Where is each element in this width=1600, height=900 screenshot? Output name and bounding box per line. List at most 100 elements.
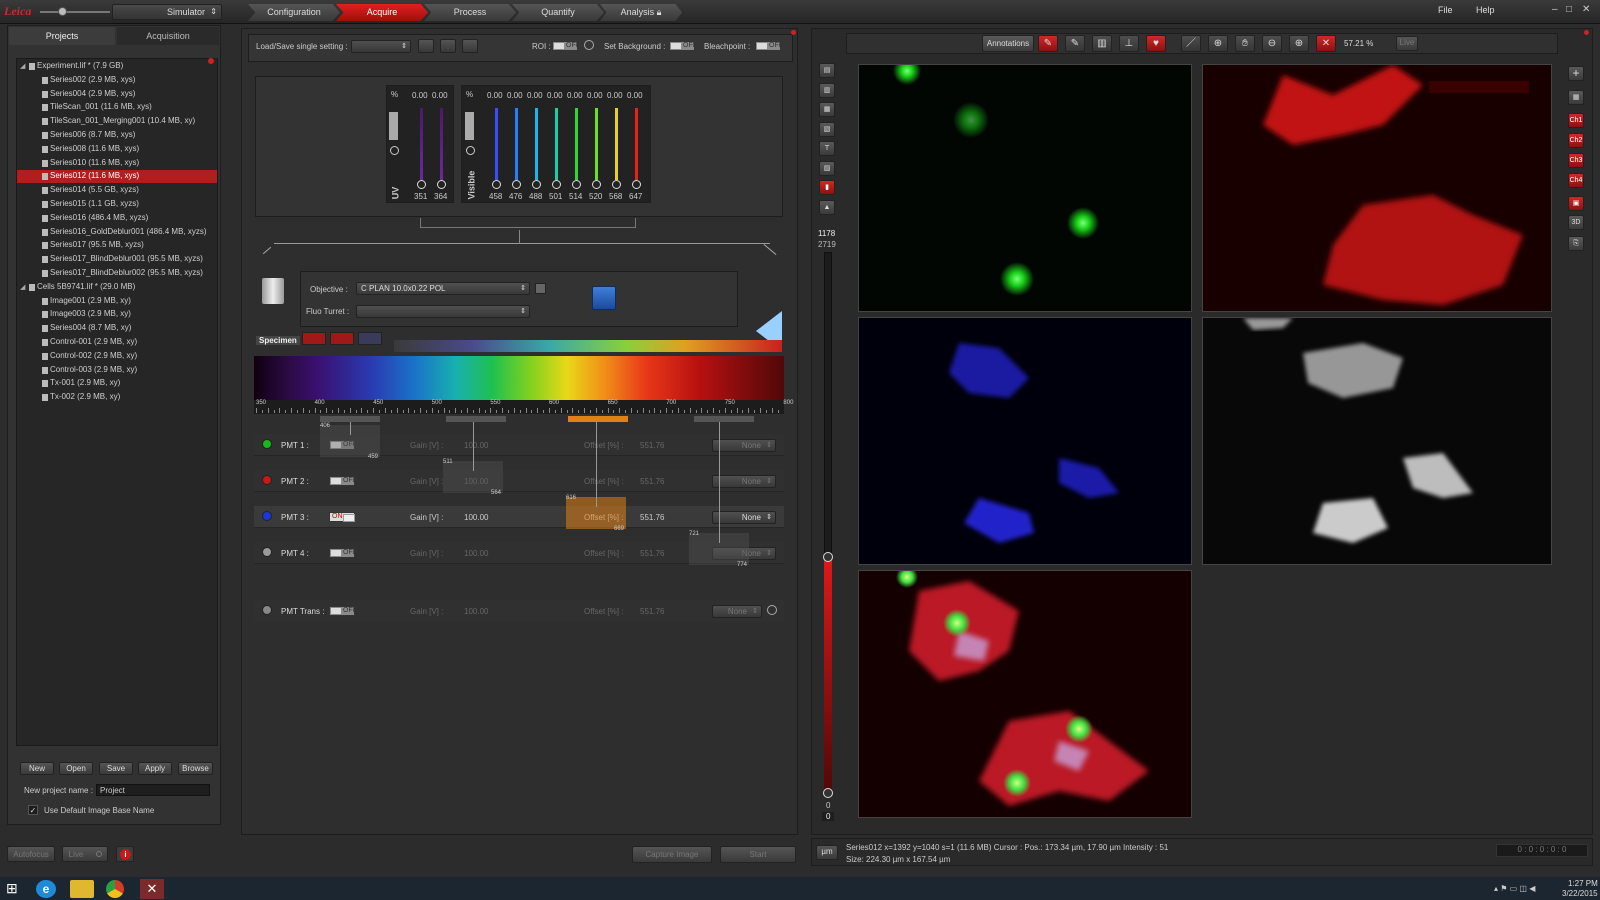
- visible-laser-slider[interactable]: [575, 108, 578, 180]
- measure-icon[interactable]: ⊥: [1119, 35, 1139, 52]
- save-setting-icon[interactable]: [418, 39, 434, 53]
- visible-laser-slider[interactable]: [635, 108, 638, 180]
- pmt-trans-gain-value[interactable]: 100.00: [464, 607, 488, 616]
- tree-item[interactable]: Image001 (2.9 MB, xy): [17, 295, 217, 308]
- start-button[interactable]: Start: [720, 846, 796, 863]
- zoom-in-icon[interactable]: ⊕: [1289, 35, 1309, 52]
- maximize-icon[interactable]: □: [1566, 4, 1572, 15]
- ch4-button[interactable]: Ch4: [1568, 173, 1584, 188]
- chrome-icon[interactable]: [106, 880, 124, 898]
- stack-view-icon[interactable]: ▦: [819, 102, 835, 117]
- save-button[interactable]: Save: [99, 762, 133, 775]
- pmt-color-icon[interactable]: [262, 439, 272, 449]
- visible-laser-handle[interactable]: [612, 180, 621, 189]
- expand-arrow-icon[interactable]: ◢: [20, 283, 25, 291]
- line-tool-icon[interactable]: ／: [1181, 35, 1201, 52]
- 3d-button[interactable]: 3D: [1568, 215, 1584, 230]
- visible-laser-handle[interactable]: [592, 180, 601, 189]
- simulator-select[interactable]: Simulator: [112, 4, 222, 20]
- tab-acquire[interactable]: Acquire: [336, 4, 428, 21]
- detector-band-4[interactable]: [694, 416, 754, 422]
- load-save-select[interactable]: [351, 40, 411, 53]
- tree-item[interactable]: Series004 (8.7 MB, xy): [17, 322, 217, 335]
- top-slider-track[interactable]: [40, 11, 110, 13]
- pmt-toggle[interactable]: OFF: [329, 548, 357, 558]
- visible-laser-handle[interactable]: [492, 180, 501, 189]
- pmt-gain-value[interactable]: 100.00: [464, 549, 488, 558]
- image-channel-green[interactable]: [858, 64, 1192, 312]
- layout-icon[interactable]: ▦: [1568, 90, 1584, 105]
- browse-button[interactable]: Browse: [178, 762, 213, 775]
- lamp-icon[interactable]: [592, 286, 616, 310]
- pmt-lut-select[interactable]: None: [712, 475, 776, 488]
- tree-item[interactable]: Series012 (11.6 MB, xys): [17, 170, 217, 184]
- uv-laser-slider[interactable]: [420, 108, 423, 180]
- tree-item[interactable]: TileScan_001_Merging001 (10.4 MB, xy): [17, 115, 217, 128]
- ortho-view-icon[interactable]: ▧: [819, 121, 835, 137]
- channel-view-icon[interactable]: ▤: [819, 63, 835, 78]
- visible-shutter-toggle[interactable]: [465, 112, 474, 140]
- tab-acquisition[interactable]: Acquisition: [117, 27, 219, 45]
- gallery-view-icon[interactable]: ▥: [819, 82, 835, 98]
- close-icon[interactable]: ✕: [1582, 4, 1590, 15]
- tree-item[interactable]: TileScan_001 (11.6 MB, xys): [17, 101, 217, 114]
- pmt-offset-value[interactable]: 551.76: [640, 441, 664, 450]
- pmt-trans-icon[interactable]: [262, 605, 272, 615]
- scale-max-handle[interactable]: [823, 552, 833, 562]
- image-channel-blue[interactable]: [858, 317, 1192, 565]
- pmt-offset-value[interactable]: 551.76: [640, 549, 664, 558]
- internet-explorer-icon[interactable]: e: [36, 880, 56, 898]
- visible-laser-handle[interactable]: [512, 180, 521, 189]
- delete-setting-icon[interactable]: [440, 39, 456, 53]
- annotations-button[interactable]: Annotations: [982, 35, 1034, 52]
- tab-analysis[interactable]: Analysis 🔒︎: [600, 4, 682, 21]
- minimize-icon[interactable]: –: [1552, 4, 1558, 15]
- objective-info-icon[interactable]: [535, 283, 546, 294]
- tree-item[interactable]: Control-001 (2.9 MB, xy): [17, 336, 217, 349]
- draw-pen-icon[interactable]: ✎: [1038, 35, 1058, 52]
- pmt-toggle[interactable]: ON: [329, 512, 355, 522]
- pmt-trans-settings-icon[interactable]: [767, 605, 777, 615]
- new-button[interactable]: New: [20, 762, 54, 775]
- pmt-gain-value[interactable]: 100.00: [464, 513, 488, 522]
- objective-select[interactable]: C PLAN 10.0x0.22 POL: [356, 282, 530, 295]
- tab-process[interactable]: Process: [424, 4, 516, 21]
- viewer-live-button[interactable]: Live: [1396, 36, 1418, 51]
- apply-button[interactable]: Apply: [138, 762, 172, 775]
- project-tree[interactable]: ◢ Experiment.lif * (7.9 GB) Series002 (2.9…: [16, 58, 218, 746]
- visible-laser-slider[interactable]: [595, 108, 598, 180]
- crosshair-icon[interactable]: ⊕: [1208, 35, 1228, 52]
- tree-project[interactable]: ◢ Experiment.lif * (7.9 GB): [17, 60, 217, 73]
- menu-help[interactable]: Help: [1476, 5, 1495, 15]
- bleachpoint-toggle[interactable]: OFF: [755, 41, 783, 51]
- image-channel-gray[interactable]: [1202, 317, 1552, 565]
- pmt-lut-select[interactable]: None: [712, 439, 776, 452]
- zoom-out-icon[interactable]: ⊖: [1262, 35, 1282, 52]
- pmt-color-icon[interactable]: [262, 475, 272, 485]
- autofocus-button[interactable]: Autofocus: [7, 846, 55, 862]
- detector-band-3[interactable]: [568, 416, 628, 422]
- tab-configuration[interactable]: Configuration: [248, 4, 340, 21]
- tree-item[interactable]: Series010 (11.6 MB, xys): [17, 157, 217, 170]
- text-icon[interactable]: T: [819, 141, 835, 156]
- ch1-button[interactable]: Ch1: [1568, 113, 1584, 128]
- tree-item[interactable]: Control-003 (2.9 MB, xy): [17, 364, 217, 377]
- reset-setting-icon[interactable]: [462, 39, 478, 53]
- visible-settings-icon[interactable]: [466, 146, 475, 155]
- heart-check-icon[interactable]: ♥: [1146, 35, 1166, 52]
- red-lut-icon[interactable]: ▮: [819, 180, 835, 195]
- unit-button[interactable]: µm: [816, 845, 838, 860]
- visible-laser-slider[interactable]: [495, 108, 498, 180]
- top-slider-knob[interactable]: [58, 7, 67, 16]
- tray-icons[interactable]: ▴ ⚑ ▭ ◫ ◀︎: [1494, 884, 1535, 893]
- visible-laser-handle[interactable]: [532, 180, 541, 189]
- visible-laser-slider[interactable]: [515, 108, 518, 180]
- pmt-lut-select[interactable]: None: [712, 511, 776, 524]
- detector-band-2[interactable]: [446, 416, 506, 422]
- pmt-color-icon[interactable]: [262, 547, 272, 557]
- roi-settings-icon[interactable]: [584, 40, 594, 50]
- export-icon[interactable]: ⎘: [1568, 236, 1584, 251]
- project-name-input[interactable]: Project: [96, 784, 210, 796]
- overlay-view-icon[interactable]: ▨: [819, 160, 835, 176]
- tree-item[interactable]: Tx-002 (2.9 MB, xy): [17, 391, 217, 404]
